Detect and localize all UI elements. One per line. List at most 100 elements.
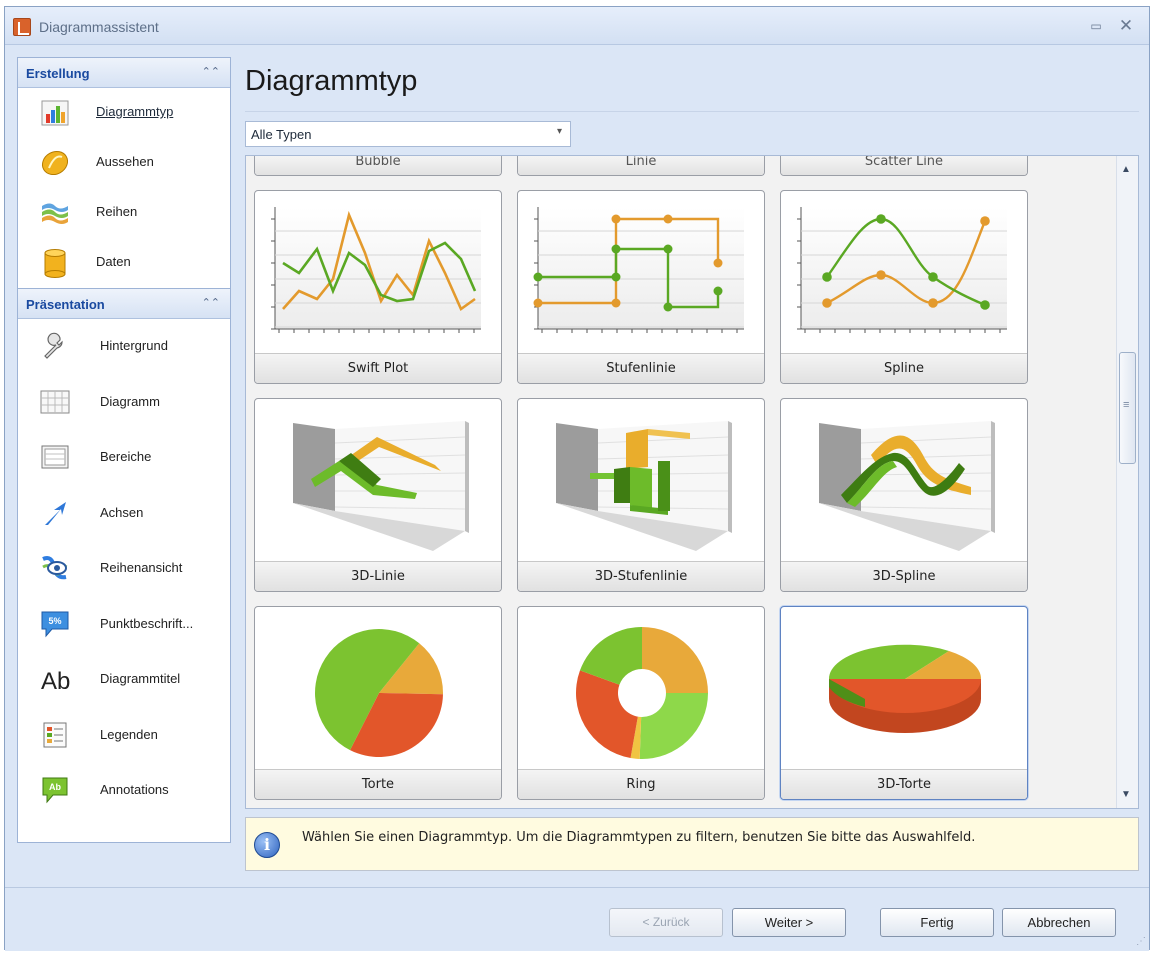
sidebar-item-diagrammtyp[interactable]: Diagrammtyp	[18, 88, 230, 138]
chart-type-gallery: ▲ ▼ Bubble Linie Scatter Line Swift Plot Stu…	[245, 155, 1139, 809]
database-icon	[40, 248, 70, 278]
close-icon[interactable]: ✕	[1117, 17, 1135, 35]
sidebar-item-reihen[interactable]: Reihen	[18, 188, 230, 238]
panes-icon	[40, 442, 70, 472]
finish-button[interactable]: Fertig	[880, 908, 994, 937]
chart-type-tile-swift[interactable]: Swift Plot	[254, 190, 502, 384]
tile-label: Stufenlinie	[518, 353, 764, 383]
back-button[interactable]: < Zurück	[609, 908, 723, 937]
sidebar-item-achsen[interactable]: Achsen	[18, 486, 230, 542]
chart-title-icon: Ab	[40, 664, 70, 695]
chart-type-tile[interactable]: Linie	[517, 156, 765, 176]
sidebar-item-legenden[interactable]: Legenden	[18, 708, 230, 764]
window-title: Diagrammassistent	[39, 19, 159, 35]
sidebar-item-reihenansicht[interactable]: Reihenansicht	[18, 541, 230, 597]
point-label-icon: 5%	[40, 609, 70, 639]
chart-type-tile-ring[interactable]: Ring	[517, 606, 765, 800]
tile-label: 3D-Stufenlinie	[518, 561, 764, 591]
svg-text:Ab: Ab	[49, 782, 61, 792]
tile-label: 3D-Spline	[781, 561, 1027, 591]
sidebar-item-label: Diagrammtyp	[96, 104, 174, 119]
tile-label: Spline	[781, 353, 1027, 383]
tile-label: Bubble	[255, 156, 501, 175]
palette-icon	[40, 148, 70, 178]
sidebar-item-label: Daten	[96, 254, 131, 269]
bar-chart-icon	[40, 98, 70, 128]
chart-type-tile[interactable]: Scatter Line	[780, 156, 1028, 176]
chart-type-preview	[518, 399, 764, 563]
svg-text:5%: 5%	[48, 616, 61, 626]
chart-type-tile[interactable]: Bubble	[254, 156, 502, 176]
series-layers-icon	[40, 198, 70, 228]
sidebar-item-hintergrund[interactable]: Hintergrund	[18, 319, 230, 375]
sidebar-item-label: Reihen	[96, 204, 138, 219]
collapse-icon[interactable]: ⌃⌃	[202, 296, 220, 309]
scroll-down-icon[interactable]: ▼	[1121, 789, 1131, 800]
sidebar-item-label: Bereiche	[100, 449, 152, 464]
sidebar-item-label: Diagramm	[100, 393, 160, 409]
chart-type-preview	[518, 607, 764, 771]
chart-type-tile-spline[interactable]: Spline	[780, 190, 1028, 384]
sidebar-item-label: Diagrammtitel	[100, 671, 181, 686]
group-header-praesentation[interactable]: Präsentation ⌃⌃	[18, 289, 230, 319]
sidebar-item-label: Legenden	[100, 726, 158, 742]
group-title: Erstellung	[26, 66, 90, 81]
divider	[245, 111, 1139, 112]
tile-label: Ring	[518, 769, 764, 799]
wizard-window: Diagrammassistent ▭ ✕ Erstellung ⌃⌃ Diag…	[4, 6, 1150, 951]
scroll-up-icon[interactable]: ▲	[1121, 164, 1131, 175]
main-panel: Diagrammtyp Alle Typen ▾ ▲ ▼ Bubble Linie…	[241, 45, 1141, 887]
sidebar-item-annotations[interactable]: Ab Annotations	[18, 763, 230, 819]
tile-label: 3D-Torte	[781, 769, 1027, 799]
chart-type-tile-spline3d[interactable]: 3D-Spline	[780, 398, 1028, 592]
sidebar-item-label: Annotations	[100, 782, 169, 797]
wrench-icon	[40, 331, 70, 361]
chart-grid-icon	[40, 387, 70, 417]
collapse-icon[interactable]: ⌃⌃	[202, 65, 220, 78]
wizard-body: Erstellung ⌃⌃ Diagrammtyp Aussehen Reihen D…	[5, 45, 1149, 887]
resize-grip-icon[interactable]: ⋰	[1136, 936, 1146, 947]
tile-label: Swift Plot	[255, 353, 501, 383]
chart-type-tile-step3d[interactable]: 3D-Stufenlinie	[517, 398, 765, 592]
sidebar-item-aussehen[interactable]: Aussehen	[18, 138, 230, 188]
sidebar-item-punktbeschrift[interactable]: 5% Punktbeschrift...	[18, 597, 230, 653]
svg-text:Ab: Ab	[41, 668, 70, 694]
info-panel: i Wählen Sie einen Diagrammtyp. Um die D…	[245, 817, 1139, 871]
chart-type-preview	[255, 607, 501, 771]
tile-label: Scatter Line	[781, 156, 1027, 175]
sidebar-item-diagramm[interactable]: Diagramm	[18, 375, 230, 431]
axis-arrow-icon	[40, 498, 70, 528]
group-title: Präsentation	[26, 297, 105, 312]
chart-type-tile-pie[interactable]: Torte	[254, 606, 502, 800]
chart-type-filter-select[interactable]: Alle Typen ▾	[245, 121, 571, 147]
chart-type-preview	[255, 191, 501, 355]
page-title: Diagrammtyp	[245, 65, 418, 97]
group-header-erstellung[interactable]: Erstellung ⌃⌃	[18, 58, 230, 88]
cancel-button[interactable]: Abbrechen	[1002, 908, 1116, 937]
tile-label: Linie	[518, 156, 764, 175]
vertical-scrollbar[interactable]: ▲ ▼	[1116, 156, 1138, 808]
info-icon: i	[254, 832, 280, 858]
chart-type-preview	[518, 191, 764, 355]
sidebar-item-label: Achsen	[100, 504, 144, 520]
navigation-sidebar: Erstellung ⌃⌃ Diagrammtyp Aussehen Reihen D…	[17, 57, 231, 843]
title-bar: Diagrammassistent ▭ ✕	[5, 7, 1149, 45]
sidebar-item-label: Punktbeschrift...	[100, 615, 194, 631]
chart-type-preview	[781, 399, 1027, 563]
sidebar-item-label: Aussehen	[96, 154, 154, 169]
sidebar-item-diagrammtitel[interactable]: Ab Diagrammtitel	[18, 652, 230, 708]
maximize-icon[interactable]: ▭	[1087, 17, 1105, 35]
chart-type-tile-step[interactable]: Stufenlinie	[517, 190, 765, 384]
sidebar-item-label: Reihenansicht	[100, 560, 183, 575]
app-logo-icon	[13, 18, 31, 36]
info-text: Wählen Sie einen Diagrammtyp. Um die Dia…	[302, 830, 976, 845]
scroll-thumb[interactable]	[1119, 352, 1136, 464]
next-button[interactable]: Weiter >	[732, 908, 846, 937]
tile-label: 3D-Linie	[255, 561, 501, 591]
chart-type-preview	[255, 399, 501, 563]
chart-type-tile-line3d[interactable]: 3D-Linie	[254, 398, 502, 592]
sidebar-item-bereiche[interactable]: Bereiche	[18, 430, 230, 486]
chart-type-tile-pie3d[interactable]: 3D-Torte	[780, 606, 1028, 800]
chart-type-preview	[781, 191, 1027, 355]
sidebar-item-daten[interactable]: Daten	[18, 238, 230, 288]
